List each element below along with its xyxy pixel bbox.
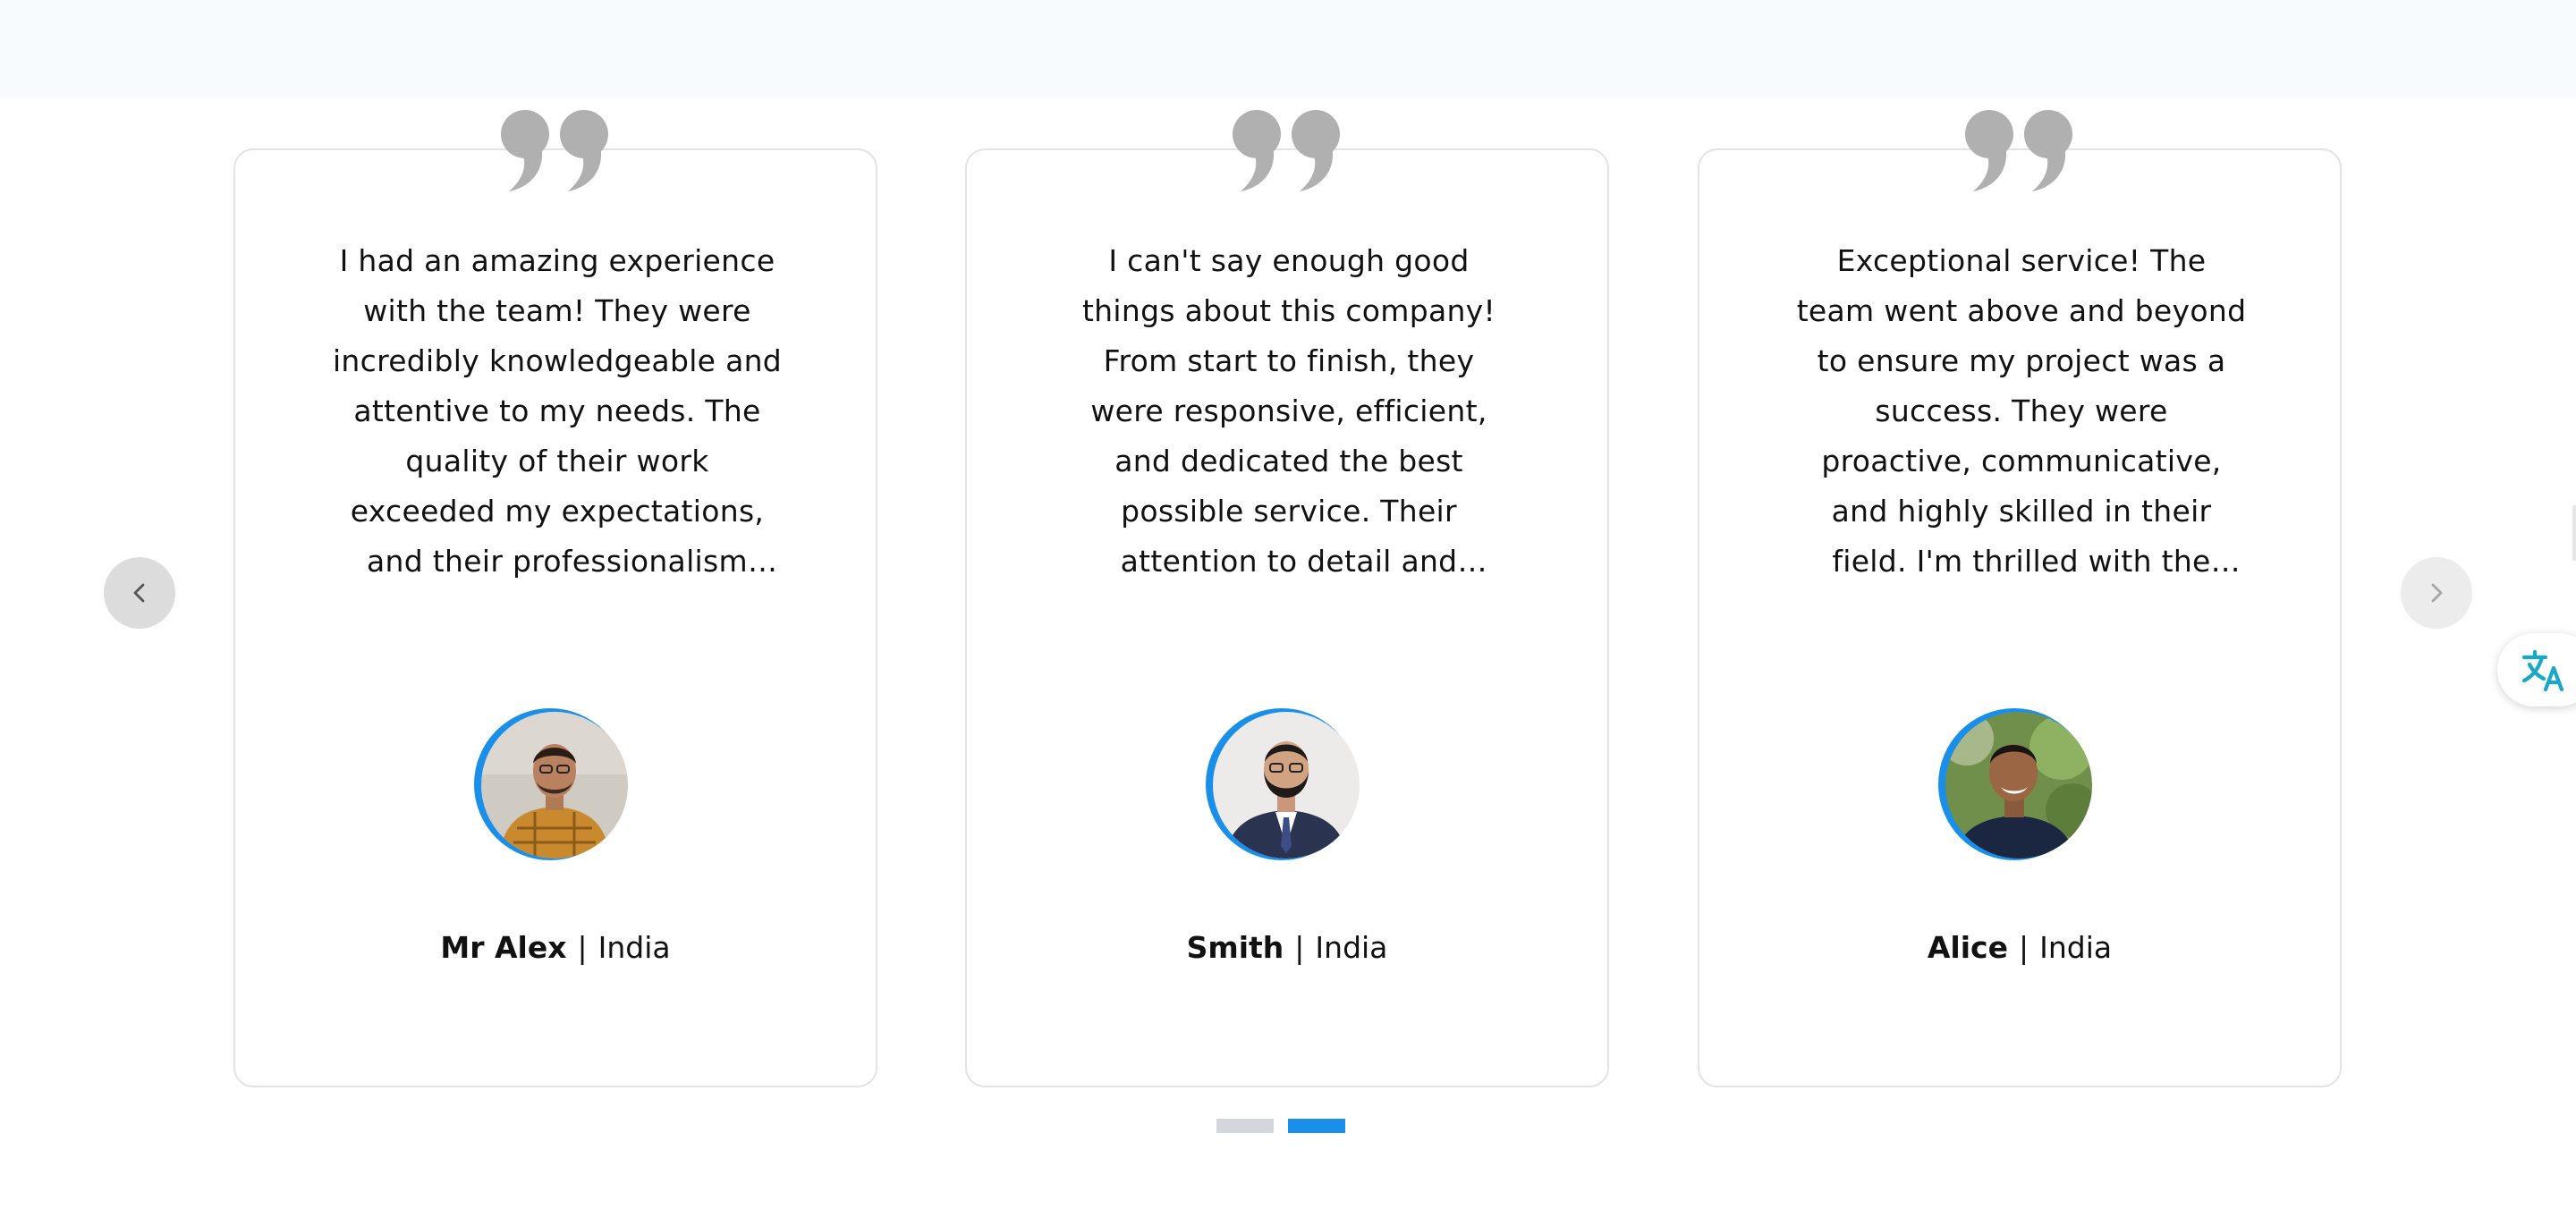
author-name: Mr Alex [440,930,567,965]
author-name: Alice [1927,930,2008,965]
quote-icon [1233,110,1340,191]
prev-button[interactable] [104,557,175,629]
avatar [474,708,631,862]
testimonial-card: Exceptional service! The team went above… [1698,110,2342,1087]
testimonial-author: Smith | India [967,930,1607,966]
chevron-left-icon [133,583,145,603]
author-separator: | [2018,930,2029,965]
pagination-dot-1[interactable] [1216,1119,1274,1133]
author-separator: | [577,930,588,965]
testimonial-author: Alice | India [1699,930,2340,966]
testimonial-quote: I had an amazing experience with the tea… [332,243,783,579]
translate-button[interactable] [2497,633,2576,706]
translate-icon [2521,649,2564,692]
testimonial-card: I had an amazing experience with the tea… [233,110,877,1087]
chevron-right-icon [2431,583,2443,603]
testimonial-quote: I can't say enough good things about thi… [1081,243,1496,579]
pagination-dot-2[interactable] [1288,1119,1345,1133]
author-location: India [2039,930,2113,965]
quote-icon [1965,110,2072,191]
author-name: Smith [1186,930,1284,965]
testimonial-quote: Exceptional service! The team went above… [1796,243,2247,579]
testimonial-author: Mr Alex | India [235,930,876,966]
author-location: India [1315,930,1388,965]
carousel-pagination [1216,1119,1345,1133]
author-separator: | [1294,930,1305,965]
avatar [1206,708,1363,862]
quote-icon [501,110,608,191]
author-location: India [597,930,671,965]
avatar [1938,708,2096,862]
top-band [0,0,2576,98]
next-button[interactable] [2401,557,2472,629]
testimonial-card: I can't say enough good things about thi… [965,110,1609,1087]
edge-divider [2572,505,2576,561]
